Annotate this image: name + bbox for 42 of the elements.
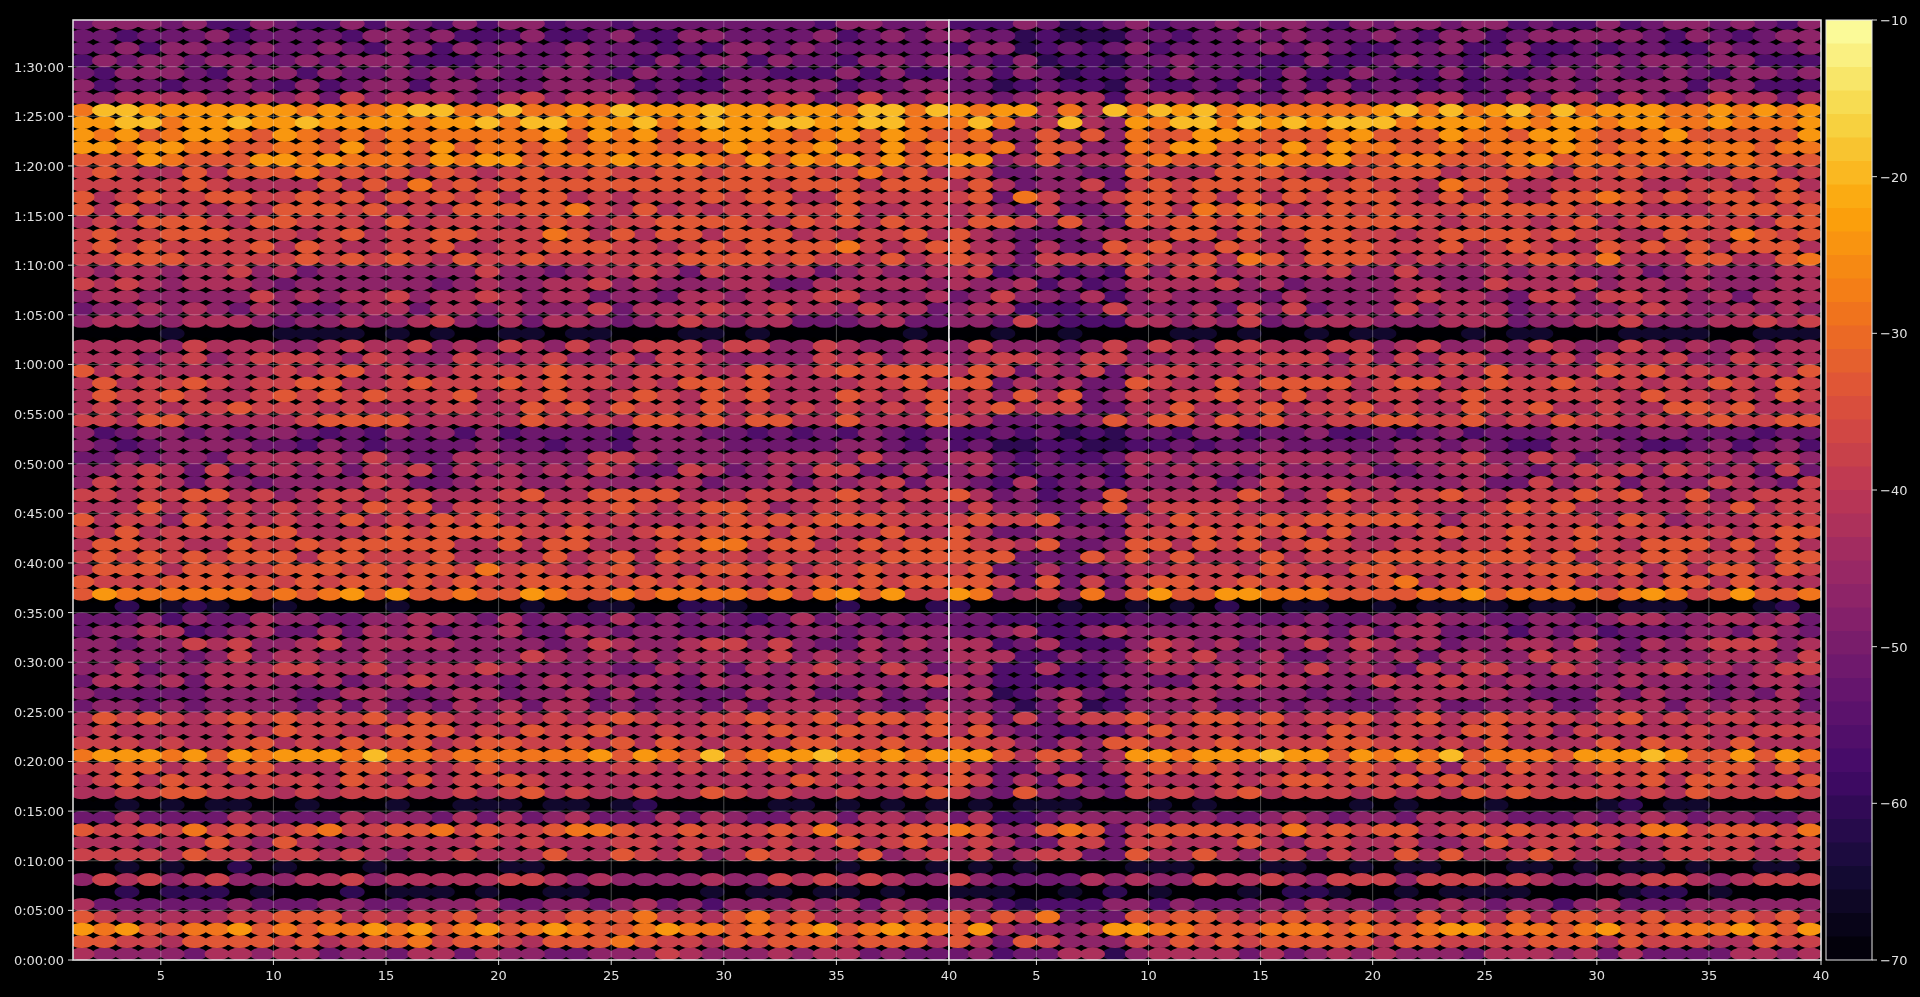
x-tick-label: 35 bbox=[828, 968, 845, 983]
x-tick-label: 25 bbox=[602, 968, 620, 983]
colorbar-tick-label: −60 bbox=[1880, 796, 1908, 812]
x-tick-label: 5 bbox=[1032, 968, 1041, 983]
colorbar-tick-label: −20 bbox=[1880, 169, 1908, 185]
colorbar-tick-label: −30 bbox=[1880, 326, 1908, 342]
x-tick-label: 30 bbox=[715, 968, 733, 983]
y-tick-label: 0:35:00 bbox=[13, 605, 64, 621]
y-tick-label: 0:15:00 bbox=[13, 804, 64, 820]
x-tick-label: 10 bbox=[1140, 968, 1157, 983]
y-tick-label: 0:45:00 bbox=[13, 506, 64, 522]
y-tick-label: 0:55:00 bbox=[13, 407, 64, 423]
y-tick-label: 1:05:00 bbox=[13, 307, 64, 323]
y-tick-label: 1:15:00 bbox=[13, 208, 64, 224]
colorbar-tick-label: −70 bbox=[1880, 953, 1908, 968]
x-tick-label: 10 bbox=[265, 968, 282, 983]
x-tick-label: 40 bbox=[1812, 968, 1830, 983]
x-tick-label: 40 bbox=[940, 968, 958, 983]
x-tick-label: 30 bbox=[1588, 968, 1606, 983]
x-tick-label: 15 bbox=[1252, 968, 1269, 983]
x-tick-label: 35 bbox=[1700, 968, 1718, 983]
colorbar-tick-label: −40 bbox=[1880, 483, 1908, 498]
y-tick-label: 1:30:00 bbox=[13, 59, 64, 75]
y-tick-label: 1:00:00 bbox=[13, 357, 64, 373]
y-tick-label: 0:40:00 bbox=[13, 555, 64, 571]
y-tick-label: 0:05:00 bbox=[13, 903, 64, 919]
y-tick-label: 1:25:00 bbox=[13, 109, 64, 125]
y-tick-label: 0:30:00 bbox=[13, 655, 64, 671]
colorbar-tick-label: −50 bbox=[1880, 639, 1908, 655]
x-tick-label: 20 bbox=[490, 968, 507, 983]
x-tick-label: 5 bbox=[156, 968, 165, 983]
y-tick-label: 1:10:00 bbox=[13, 258, 64, 274]
y-tick-label: 1:20:00 bbox=[13, 158, 64, 174]
y-tick-label: 0:00:00 bbox=[13, 953, 64, 968]
y-tick-label: 0:20:00 bbox=[13, 754, 64, 770]
y-tick-label: 0:50:00 bbox=[13, 456, 64, 472]
x-tick-label: 20 bbox=[1364, 968, 1381, 983]
x-tick-label: 15 bbox=[377, 968, 395, 983]
y-tick-label: 0:25:00 bbox=[13, 704, 64, 720]
colorbar-tick-label: −10 bbox=[1880, 13, 1908, 28]
y-tick-label: 0:10:00 bbox=[13, 853, 64, 869]
x-tick-label: 25 bbox=[1476, 968, 1494, 983]
